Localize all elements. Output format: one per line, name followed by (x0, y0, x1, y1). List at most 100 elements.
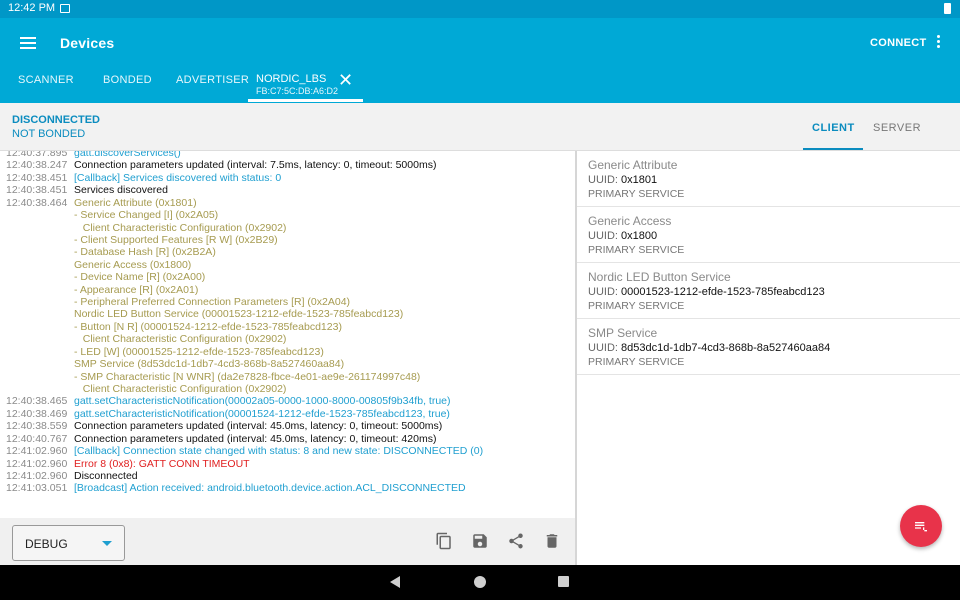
log-message: - Peripheral Preferred Connection Parame… (74, 296, 351, 309)
log-message: Services discovered (74, 184, 168, 197)
log-message: - Database Hash [R] (0x2B2A) (74, 246, 216, 259)
delete-icon[interactable] (543, 532, 561, 550)
connect-button[interactable]: CONNECT (870, 37, 927, 49)
tab-bonded[interactable]: BONDED (103, 74, 152, 86)
log-level-value: DEBUG (25, 537, 68, 551)
log-message: SMP Service (8d53dc1d-1db7-4cd3-868b-8a5… (74, 358, 345, 371)
log-level-select[interactable]: DEBUG (12, 525, 125, 561)
system-nav-bar (0, 565, 960, 600)
log-timestamp: 12:40:38.559 (6, 420, 68, 433)
log-timestamp: 12:40:38.464 (6, 196, 68, 209)
service-item[interactable]: SMP Service UUID: 8d53dc1d-1db7-4cd3-868b… (577, 319, 960, 375)
log-message: Client Characteristic Configuration (0x2… (74, 382, 287, 395)
recents-icon[interactable] (558, 576, 569, 587)
share-icon[interactable] (507, 532, 525, 550)
log-timestamp: 12:40:38.451 (6, 171, 68, 184)
home-icon[interactable] (474, 576, 486, 588)
log-message: - Button [N R] (00001524-1212-efde-1523-… (74, 320, 342, 333)
image-notification-icon (60, 4, 70, 13)
copy-icon[interactable] (435, 532, 453, 550)
tab-scanner[interactable]: SCANNER (18, 74, 74, 86)
app-bar: Devices CONNECT SCANNER BONDED ADVERTISE… (0, 18, 960, 103)
log-timestamp: 12:41:02.960 (6, 445, 68, 458)
service-item[interactable]: Generic Attribute UUID: 0x1801 PRIMARY SER… (577, 151, 960, 207)
battery-icon (944, 3, 951, 14)
client-tab-indicator (803, 148, 863, 150)
log-timestamp: 12:41:02.960 (6, 457, 68, 470)
log-timestamp: 12:40:38.451 (6, 184, 68, 197)
log-timestamp: 12:41:02.960 (6, 469, 68, 482)
close-tab-icon[interactable]: ✕ (338, 70, 353, 91)
service-uuid-label: UUID: (588, 230, 618, 242)
log-timestamp: 12:40:38.469 (6, 407, 68, 420)
log-message: Generic Attribute (0x1801) (74, 196, 197, 209)
log-message: gatt.setCharacteristicNotification(00001… (74, 407, 450, 420)
service-uuid-label: UUID: (588, 342, 618, 354)
log-panel[interactable]: 12:40:37.895 gatt.discoverServices() 12:40… (0, 151, 575, 518)
tab-server[interactable]: SERVER (873, 122, 921, 134)
log-message: Error 8 (0x8): GATT CONN TIMEOUT (74, 457, 250, 470)
log-message: Client Characteristic Configuration (0x2… (74, 221, 287, 234)
log-message: - Service Changed [I] (0x2A05) (74, 209, 219, 222)
log-message: - SMP Characteristic [N WNR] (da2e7828-f… (74, 370, 421, 383)
log-message: - Client Supported Features [R W] (0x2B2… (74, 233, 278, 246)
service-uuid: UUID: 00001523-1212-efde-1523-785feabcd1… (588, 286, 825, 298)
connection-state: DISCONNECTED (12, 114, 101, 126)
log-timestamp: 12:40:38.465 (6, 395, 68, 408)
log-timestamp: 12:41:03.051 (6, 482, 68, 495)
service-uuid-value: 00001523-1212-efde-1523-785feabcd123 (621, 286, 825, 298)
log-message: Nordic LED Button Service (00001523-1212… (74, 308, 404, 321)
log-fab-button[interactable] (900, 505, 942, 547)
log-message: - Device Name [R] (0x2A00) (74, 271, 206, 284)
app-title: Devices (60, 35, 115, 51)
service-type: PRIMARY SERVICE (588, 188, 685, 200)
tab-advertiser[interactable]: ADVERTISER (176, 74, 249, 86)
tab-device-name: NORDIC_LBS (256, 73, 327, 85)
service-uuid-label: UUID: (588, 286, 618, 298)
back-icon[interactable] (390, 576, 400, 588)
list-icon (915, 522, 927, 532)
bond-state: NOT BONDED (12, 128, 86, 140)
tab-device[interactable]: NORDIC_LBS FB:C7:5C:DB:A6:D2 ✕ (248, 69, 363, 103)
service-item[interactable]: Generic Access UUID: 0x1800 PRIMARY SERVIC… (577, 207, 960, 263)
log-message: [Callback] Connection state changed with… (74, 445, 484, 458)
service-list: Generic Attribute UUID: 0x1801 PRIMARY SER… (577, 151, 960, 565)
service-uuid-value: 8d53dc1d-1db7-4cd3-868b-8a527460aa84 (621, 342, 831, 354)
service-uuid: UUID: 8d53dc1d-1db7-4cd3-868b-8a527460aa… (588, 342, 830, 354)
log-message: [Callback] Services discovered with stat… (74, 171, 282, 184)
service-type: PRIMARY SERVICE (588, 356, 685, 368)
log-message: Generic Access (0x1800) (74, 258, 192, 271)
status-bar: 12:42 PM (0, 0, 960, 18)
service-uuid-label: UUID: (588, 174, 618, 186)
more-options-icon[interactable] (934, 34, 942, 50)
log-message: [Broadcast] Action received: android.blu… (74, 482, 466, 495)
service-uuid: UUID: 0x1800 (588, 230, 657, 242)
log-message: Client Characteristic Configuration (0x2… (74, 333, 287, 346)
service-name: Generic Attribute (588, 158, 678, 172)
service-type: PRIMARY SERVICE (588, 244, 685, 256)
tab-client[interactable]: CLIENT (812, 122, 855, 134)
log-timestamp: 12:40:38.247 (6, 159, 68, 172)
log-message: - Appearance [R] (0x2A01) (74, 283, 199, 296)
log-timestamp: 12:40:40.767 (6, 432, 68, 445)
menu-icon[interactable] (20, 37, 36, 49)
service-uuid-value: 0x1801 (621, 174, 658, 186)
save-icon[interactable] (471, 532, 489, 550)
log-message: Disconnected (74, 469, 138, 482)
service-name: SMP Service (588, 326, 658, 340)
service-name: Generic Access (588, 214, 672, 228)
log-message: Connection parameters updated (interval:… (74, 420, 443, 433)
connection-bar: DISCONNECTED NOT BONDED CLIENT SERVER (0, 103, 960, 151)
log-toolbar: DEBUG (0, 518, 575, 565)
tab-device-mac: FB:C7:5C:DB:A6:D2 (256, 86, 339, 96)
service-type: PRIMARY SERVICE (588, 300, 685, 312)
tab-indicator (248, 99, 363, 102)
service-uuid-value: 0x1800 (621, 230, 658, 242)
dropdown-caret-icon (102, 541, 112, 546)
log-message: Connection parameters updated (interval:… (74, 159, 437, 172)
log-message: gatt.setCharacteristicNotification(00002… (74, 395, 451, 408)
log-message: Connection parameters updated (interval:… (74, 432, 437, 445)
service-name: Nordic LED Button Service (588, 270, 731, 284)
status-time: 12:42 PM (8, 2, 56, 14)
service-item[interactable]: Nordic LED Button Service UUID: 00001523-… (577, 263, 960, 319)
